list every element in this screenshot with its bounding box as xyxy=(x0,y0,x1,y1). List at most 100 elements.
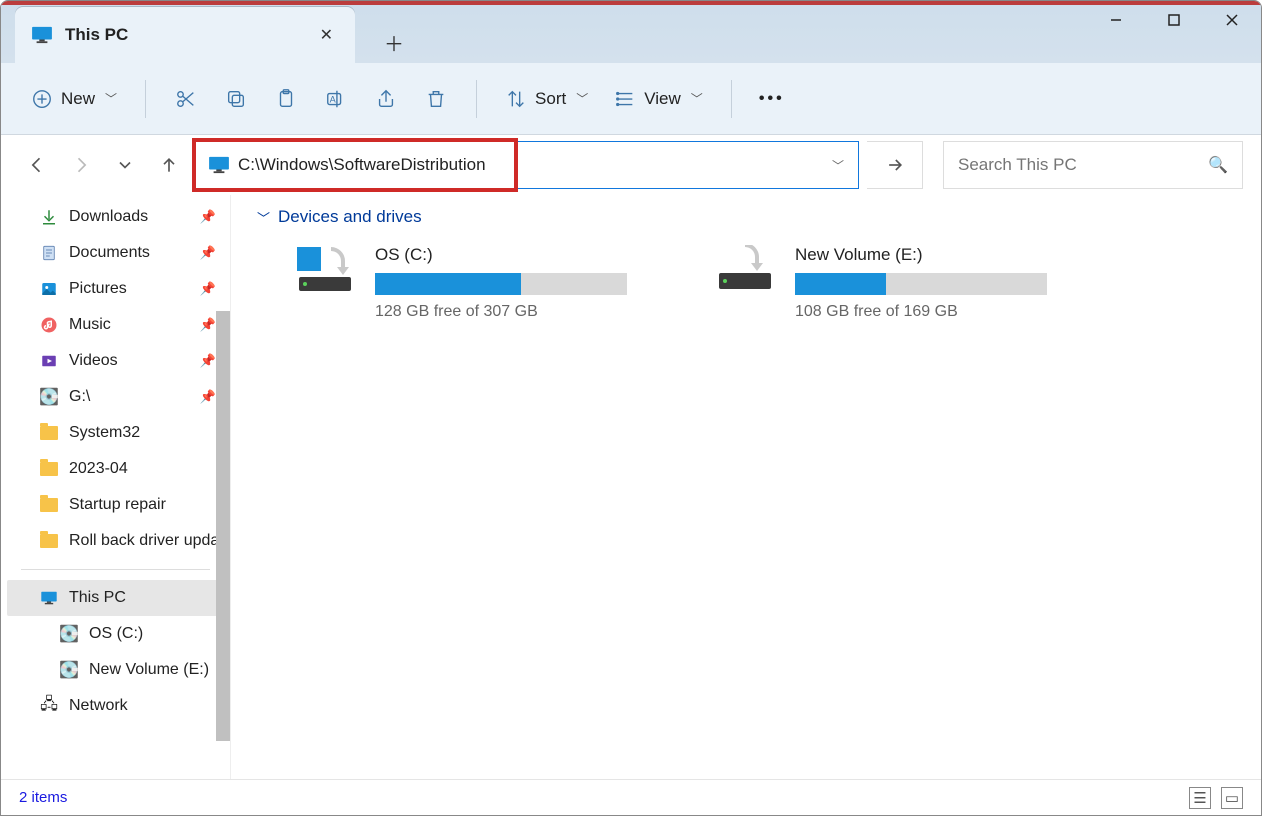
delete-button[interactable] xyxy=(414,79,458,119)
drive-icon xyxy=(715,245,779,295)
share-icon xyxy=(375,88,397,110)
new-button[interactable]: New ﹀ xyxy=(21,79,127,119)
more-button[interactable]: ••• xyxy=(750,79,794,119)
sidebar-item-pictures[interactable]: Pictures 📌 xyxy=(1,271,230,307)
download-icon xyxy=(39,207,59,227)
explorer-window: This PC ✕ ＋ New ﹀ A Sort ﹀ Vi xyxy=(0,0,1262,816)
minimize-button[interactable] xyxy=(1087,1,1145,39)
sidebar-item-roll-back-driver-update[interactable]: Roll back driver update xyxy=(1,523,230,559)
sidebar-item-label: OS (C:) xyxy=(89,625,143,643)
this-pc-icon xyxy=(31,26,53,44)
sidebar-item-label: Network xyxy=(69,697,128,715)
toolbar: New ﹀ A Sort ﹀ View ﹀ ••• xyxy=(1,63,1261,135)
drive-icon xyxy=(295,245,359,295)
sort-icon xyxy=(505,88,527,110)
back-button[interactable] xyxy=(19,147,55,183)
drive-free-text: 128 GB free of 307 GB xyxy=(375,303,655,321)
drive-item[interactable]: OS (C:) 128 GB free of 307 GB xyxy=(295,245,655,321)
sidebar-item-label: G:\ xyxy=(69,388,90,406)
section-devices-and-drives[interactable]: ﹀ Devices and drives xyxy=(257,207,1241,227)
tiles-view-button[interactable]: ▭ xyxy=(1221,787,1243,809)
status-bar: 2 items ☰ ▭ xyxy=(1,779,1261,815)
folder-icon xyxy=(39,423,59,443)
window-tab[interactable]: This PC ✕ xyxy=(15,7,355,63)
pictures-icon xyxy=(39,279,59,299)
paste-button[interactable] xyxy=(264,79,308,119)
sidebar-item-drive-c[interactable]: 💽 OS (C:) xyxy=(1,616,230,652)
cut-button[interactable] xyxy=(164,79,208,119)
go-button[interactable] xyxy=(867,141,923,189)
up-button[interactable] xyxy=(151,147,187,183)
details-view-button[interactable]: ☰ xyxy=(1189,787,1211,809)
sidebar-item-network[interactable]: 🖧 Network xyxy=(1,688,230,724)
sidebar-item-drive-e[interactable]: 💽 New Volume (E:) xyxy=(1,652,230,688)
sidebar-item-videos[interactable]: Videos📌 xyxy=(1,343,230,379)
this-pc-icon xyxy=(208,156,230,174)
sidebar-item-label: Documents xyxy=(69,244,150,262)
sidebar-item-label: Pictures xyxy=(69,280,127,298)
svg-text:A: A xyxy=(330,94,337,104)
forward-button[interactable] xyxy=(63,147,99,183)
drive-icon: 💽 xyxy=(59,660,79,680)
document-icon xyxy=(39,243,59,263)
close-window-button[interactable] xyxy=(1203,1,1261,39)
chevron-down-icon: ﹀ xyxy=(257,208,270,227)
trash-icon xyxy=(425,88,447,110)
search-input[interactable] xyxy=(958,155,1208,175)
drive-icon: 💽 xyxy=(39,387,59,407)
network-icon: 🖧 xyxy=(39,696,59,716)
sort-button[interactable]: Sort ﹀ xyxy=(495,79,598,119)
sidebar-item-documents[interactable]: Documents📌 xyxy=(1,235,230,271)
sidebar-item-label: This PC xyxy=(69,589,126,607)
sidebar-item-this-pc[interactable]: This PC xyxy=(7,580,224,616)
pin-icon: 📌 xyxy=(200,281,216,297)
recent-locations-button[interactable] xyxy=(107,147,143,183)
view-button[interactable]: View ﹀ xyxy=(604,79,713,119)
address-history-button[interactable]: ﹀ xyxy=(818,157,858,174)
sidebar-item-2023-04[interactable]: 2023-04 xyxy=(1,451,230,487)
sidebar-item-label: System32 xyxy=(69,424,140,442)
clipboard-icon xyxy=(275,88,297,110)
drive-usage-bar xyxy=(375,273,627,295)
new-tab-button[interactable]: ＋ xyxy=(373,21,415,63)
content-area: ﹀ Devices and drives OS (C:) 128 GB free … xyxy=(231,195,1261,779)
sidebar-item-system32[interactable]: System32 xyxy=(1,415,230,451)
maximize-button[interactable] xyxy=(1145,1,1203,39)
chevron-down-icon: ﹀ xyxy=(691,90,703,107)
music-icon xyxy=(39,315,59,335)
titlebar: This PC ✕ ＋ xyxy=(1,1,1261,63)
drive-item[interactable]: New Volume (E:)108 GB free of 169 GB xyxy=(715,245,1075,321)
pin-icon: 📌 xyxy=(200,353,216,369)
drive-name: OS (C:) xyxy=(375,245,655,265)
chevron-down-icon: ﹀ xyxy=(105,90,117,107)
drive-free-text: 108 GB free of 169 GB xyxy=(795,303,1075,321)
address-bar[interactable]: ﹀ xyxy=(195,141,859,189)
sidebar-item-label: Startup repair xyxy=(69,496,166,514)
pin-icon: 📌 xyxy=(200,389,216,405)
this-pc-icon xyxy=(39,588,59,608)
sidebar-item-g-[interactable]: 💽 G:\ 📌 xyxy=(1,379,230,415)
folder-icon xyxy=(39,459,59,479)
sidebar: Downloads📌Documents📌Pictures📌Music📌Video… xyxy=(1,195,231,779)
view-icon xyxy=(614,88,636,110)
folder-icon xyxy=(39,495,59,515)
scrollbar[interactable] xyxy=(216,311,230,741)
search-box[interactable]: 🔍 xyxy=(943,141,1243,189)
chevron-down-icon: ﹀ xyxy=(576,90,588,107)
share-button[interactable] xyxy=(364,79,408,119)
address-input[interactable] xyxy=(238,142,818,188)
rename-button[interactable]: A xyxy=(314,79,358,119)
status-text: 2 items xyxy=(19,789,67,806)
search-icon: 🔍 xyxy=(1208,155,1228,175)
folder-icon xyxy=(39,531,59,551)
copy-button[interactable] xyxy=(214,79,258,119)
copy-icon xyxy=(225,88,247,110)
sidebar-item-downloads[interactable]: Downloads📌 xyxy=(1,199,230,235)
section-title: Devices and drives xyxy=(278,207,422,227)
rename-icon: A xyxy=(325,88,347,110)
sidebar-item-startup-repair[interactable]: Startup repair xyxy=(1,487,230,523)
sidebar-item-music[interactable]: Music📌 xyxy=(1,307,230,343)
sidebar-item-label: Roll back driver update xyxy=(69,532,230,550)
pin-icon: 📌 xyxy=(200,317,216,333)
close-tab-button[interactable]: ✕ xyxy=(312,21,341,49)
